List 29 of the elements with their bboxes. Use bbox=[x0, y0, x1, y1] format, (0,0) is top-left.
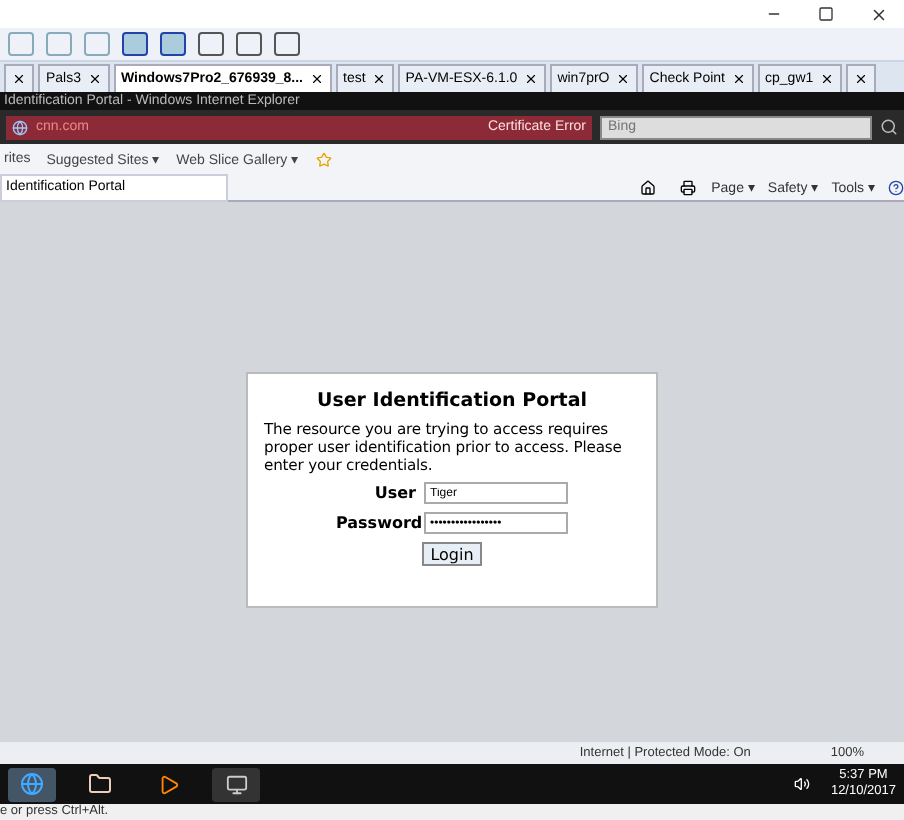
star-icon[interactable] bbox=[315, 151, 332, 167]
field-label: Password bbox=[336, 514, 416, 532]
close-icon[interactable] bbox=[819, 72, 834, 86]
toolbar-icon[interactable] bbox=[160, 32, 186, 56]
globe-icon bbox=[12, 119, 28, 135]
close-icon[interactable] bbox=[615, 72, 630, 86]
close-button[interactable] bbox=[870, 5, 888, 23]
console-taskbar-icon[interactable] bbox=[212, 767, 260, 801]
maximize-button[interactable] bbox=[818, 6, 834, 22]
volume-icon[interactable] bbox=[794, 776, 811, 792]
home-icon[interactable] bbox=[639, 179, 656, 195]
print-icon[interactable] bbox=[679, 179, 696, 195]
close-icon[interactable] bbox=[523, 72, 538, 86]
browser-taskbar-icon[interactable] bbox=[8, 767, 56, 801]
close-icon[interactable] bbox=[309, 72, 323, 86]
search-icon[interactable] bbox=[880, 118, 898, 136]
close-icon[interactable] bbox=[371, 72, 386, 86]
toolbar-icon[interactable] bbox=[274, 32, 300, 56]
help-icon[interactable] bbox=[888, 179, 904, 195]
toolbar-icon[interactable] bbox=[122, 32, 148, 56]
close-icon[interactable] bbox=[12, 72, 26, 86]
field-label: User bbox=[372, 484, 416, 502]
toolbar-icon[interactable] bbox=[198, 32, 224, 56]
login-button[interactable]: Login bbox=[422, 542, 482, 566]
close-icon[interactable] bbox=[853, 72, 868, 86]
close-icon[interactable] bbox=[87, 72, 102, 86]
portal-title: User Identification Portal bbox=[316, 390, 587, 412]
toolbar-icon[interactable] bbox=[236, 32, 262, 56]
close-icon[interactable] bbox=[731, 72, 746, 86]
